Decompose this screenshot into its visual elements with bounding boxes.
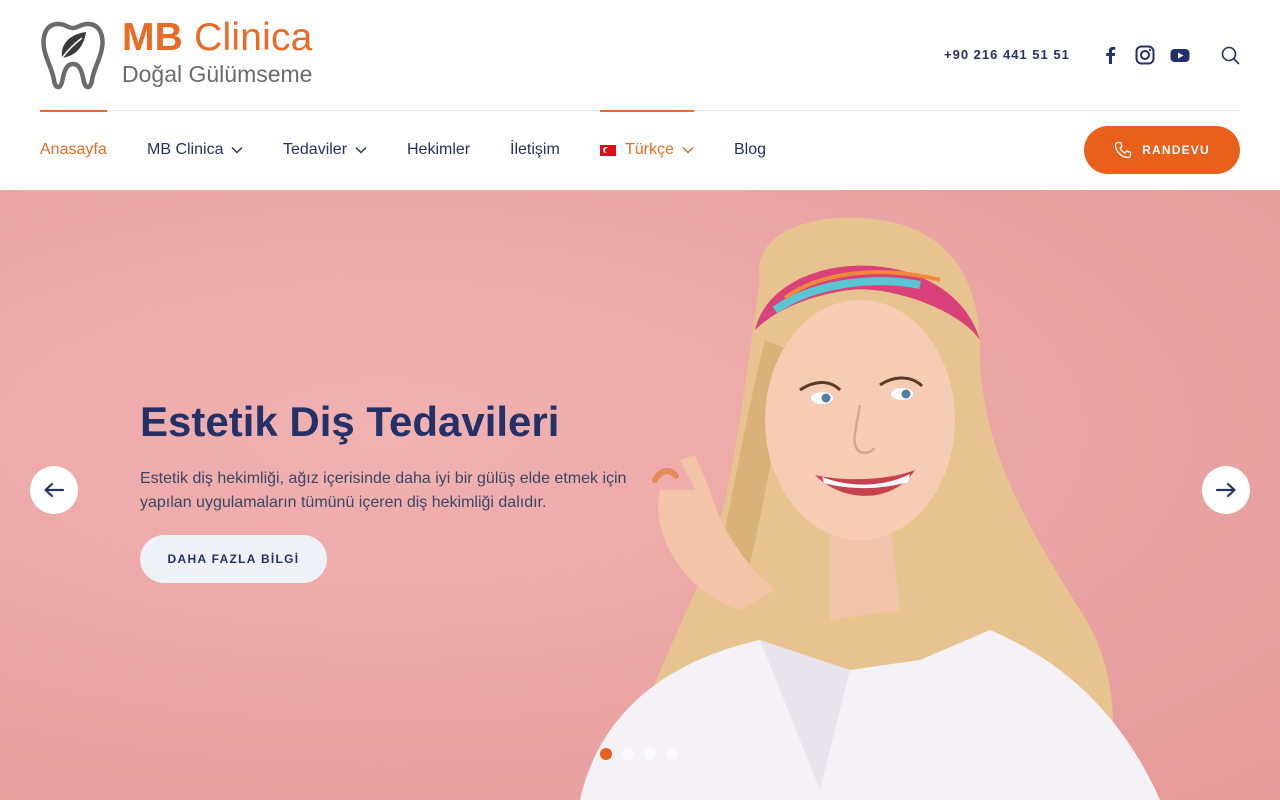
active-indicator [40, 110, 107, 112]
slider-dot-1[interactable] [600, 748, 612, 760]
hero-title: Estetik Diş Tedavileri [140, 398, 560, 445]
chevron-down-icon [355, 146, 367, 154]
appointment-button-label: RANDEVU [1142, 143, 1210, 157]
nav-item-label: Hekimler [407, 141, 471, 158]
hero-slider: Estetik Diş Tedavileri Estetik diş hekim… [0, 190, 1280, 800]
hero-photo-smiling-woman [580, 217, 1160, 800]
slider-pagination [600, 748, 678, 760]
slider-prev-button[interactable] [30, 466, 78, 514]
logo-title: MB Clinica [122, 16, 313, 59]
nav-item-label: İletişim [510, 141, 560, 158]
slider-dot-2[interactable] [622, 748, 634, 760]
nav-item-hekimler[interactable]: Hekimler [407, 110, 470, 190]
instagram-icon[interactable] [1134, 44, 1156, 66]
nav-item-mb-clinica[interactable]: MB Clinica [147, 110, 243, 190]
nav-item-label: Anasayfa [40, 141, 107, 158]
header-phone-link[interactable]: +90 216 441 51 51 [944, 47, 1070, 62]
logo-tagline: Doğal Gülümseme [122, 61, 313, 87]
slider-dot-4[interactable] [666, 748, 678, 760]
nav-item-iletisim[interactable]: İletişim [510, 110, 560, 190]
phone-icon [1114, 141, 1132, 159]
nav-item-blog[interactable]: Blog [734, 110, 766, 190]
nav-item-label: Blog [734, 141, 767, 158]
nav-item-tedaviler[interactable]: Tedaviler [283, 110, 367, 190]
chevron-down-icon [231, 146, 243, 154]
nav-item-label: Türkçe [625, 141, 674, 158]
nav-item-language[interactable]: Türkçe [600, 110, 694, 190]
slider-next-button[interactable] [1202, 466, 1250, 514]
arrow-right-icon [1215, 482, 1236, 498]
facebook-icon[interactable] [1099, 44, 1121, 66]
site-logo[interactable]: MB Clinica Doğal Gülümseme [40, 18, 330, 92]
chevron-down-icon [682, 146, 694, 154]
arrow-left-icon [44, 482, 65, 498]
appointment-button[interactable]: RANDEVU [1084, 126, 1240, 174]
nav-item-label: MB Clinica [147, 141, 224, 158]
tooth-leaf-icon [41, 21, 105, 90]
hero-description: Estetik diş hekimliği, ağız içerisinde d… [140, 470, 627, 511]
more-info-button[interactable]: DAHA FAZLA BİLGİ [140, 535, 327, 583]
turkey-flag-icon [600, 144, 616, 156]
search-icon[interactable] [1219, 44, 1241, 66]
active-indicator [600, 110, 694, 112]
site-header: MB Clinica Doğal Gülümseme +90 216 441 5… [0, 0, 1280, 190]
youtube-icon[interactable] [1169, 44, 1191, 66]
nav-item-anasayfa[interactable]: Anasayfa [40, 110, 107, 190]
slider-dot-3[interactable] [644, 748, 656, 760]
nav-item-label: Tedaviler [283, 141, 348, 158]
